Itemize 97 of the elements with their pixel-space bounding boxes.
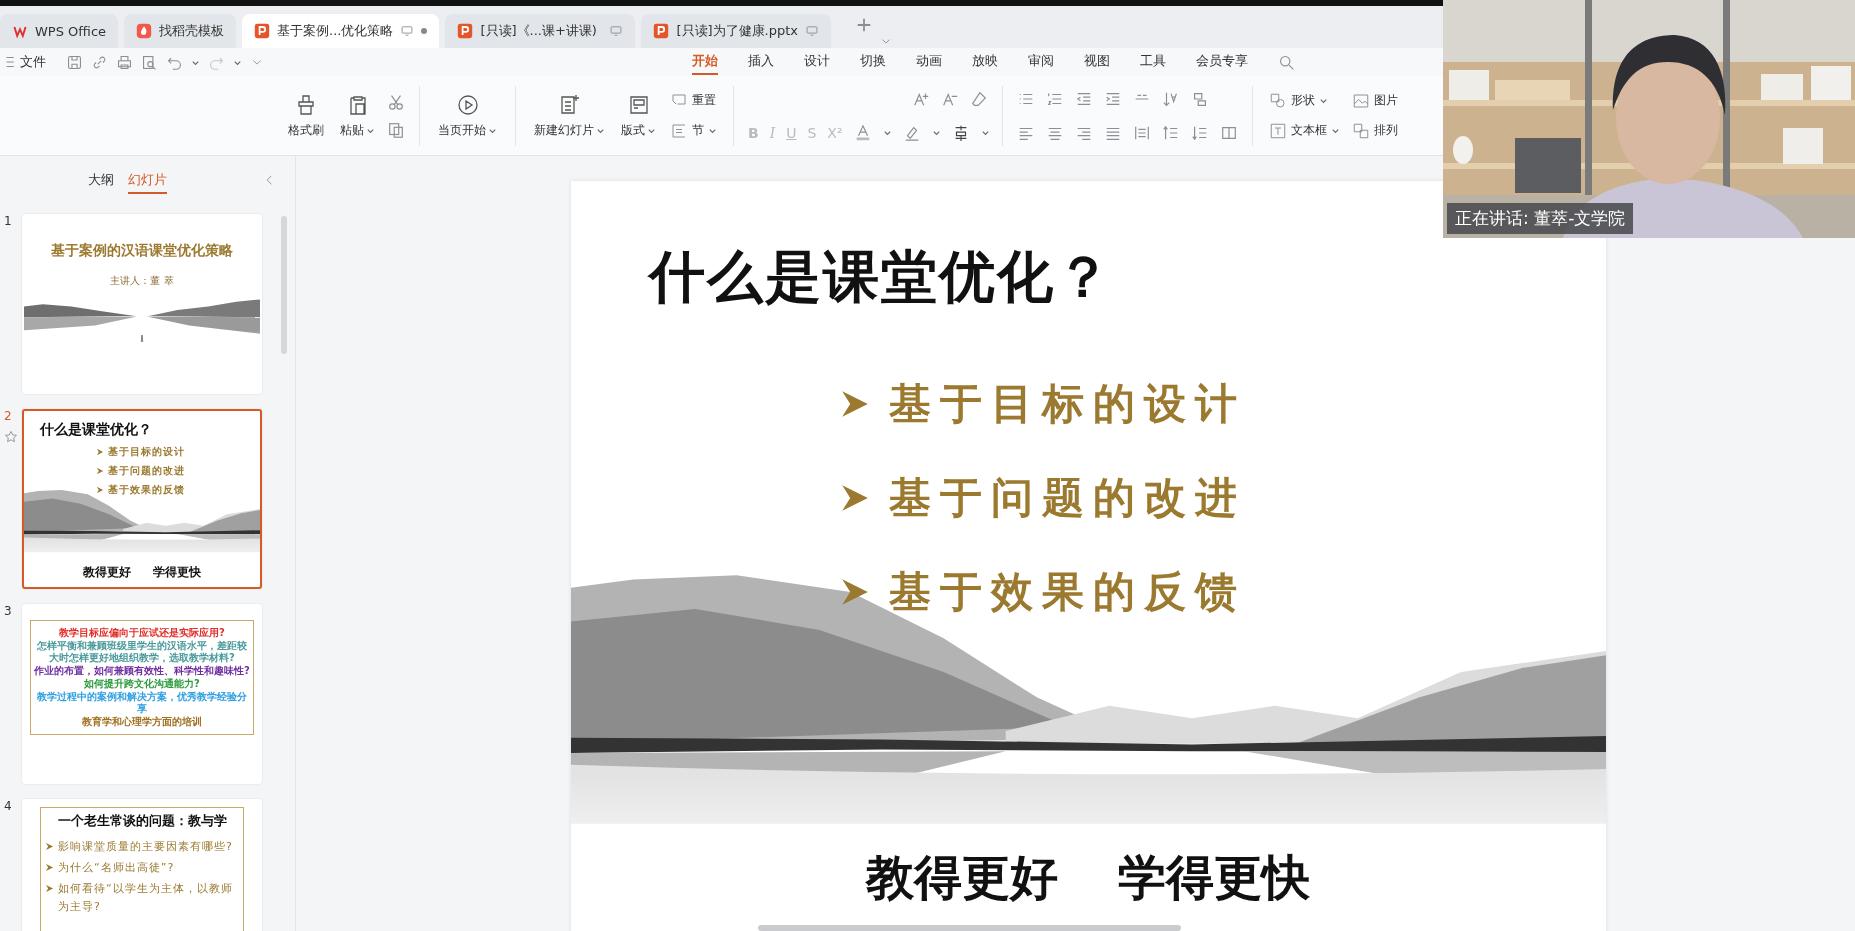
slide-footer-text: 学得更快 (153, 564, 201, 581)
question-text: 怎样平衡和兼顾班级里学生的汉语水平，差距较大时怎样更好地组织教学，选取教学材料? (36, 640, 248, 664)
monitor-icon[interactable] (609, 24, 624, 38)
monitor-icon[interactable] (805, 24, 820, 38)
text-box-button[interactable]: 文本框 (1267, 120, 1342, 141)
scrollbar[interactable] (281, 216, 287, 354)
bullet-text: 基于效果的反馈 (108, 483, 185, 497)
reset-button[interactable]: 重置 (668, 90, 719, 111)
slide-footer-text: 教得更好 (866, 848, 1058, 907)
slide-number: 1 (4, 214, 12, 228)
shape-button[interactable]: 形状 (1267, 90, 1342, 111)
ribbon-tab[interactable]: 插入 (748, 49, 774, 75)
document-tab[interactable]: WPS Office (0, 14, 119, 48)
bullet-text: 基于效果的反馈 (889, 566, 1246, 618)
print-preview-icon[interactable] (141, 53, 158, 71)
ribbon-tab[interactable]: 工具 (1140, 49, 1166, 75)
caret-icon (882, 128, 892, 137)
question-text: 教育学和心理学方面的培训 (82, 716, 202, 728)
slide-thumbnail[interactable]: 基于案例的汉语课堂优化策略 主讲人：董 萃 (22, 214, 262, 394)
ribbon-tab[interactable]: 动画 (916, 49, 942, 75)
presentation-file-icon (457, 23, 474, 39)
ribbon-tab[interactable]: 视图 (1084, 49, 1110, 75)
bullet-text: 基于目标的设计 (889, 378, 1246, 430)
document-tab[interactable]: 基于案例...优化策略 (242, 14, 440, 48)
slide-number: 3 (4, 604, 12, 618)
section-icon (670, 121, 688, 140)
save-icon[interactable] (66, 53, 83, 71)
slide-number: 4 (4, 799, 12, 813)
play-icon (455, 92, 480, 117)
presentation-file-icon (653, 23, 670, 39)
layout-button[interactable]: 版式 (617, 90, 660, 141)
ribbon-tab[interactable]: 放映 (972, 49, 998, 75)
question-text: 作业的布置，如何兼顾有效性、科学性和趣味性? (34, 665, 250, 677)
slide-footer-text: 教得更好 (83, 564, 131, 581)
ribbon-tab[interactable]: 审阅 (1028, 49, 1054, 75)
ribbon-tab[interactable]: 设计 (804, 49, 830, 75)
ribbon-tab[interactable]: 切换 (860, 49, 886, 75)
bullet-text: 基于问题的改进 (889, 472, 1246, 524)
search-icon[interactable] (1278, 53, 1295, 71)
panel-tab[interactable]: 大纲 (88, 168, 114, 194)
document-tab[interactable]: 找稻壳模板 (124, 14, 237, 48)
star-icon (4, 430, 18, 444)
arrow-bullet-icon (45, 884, 54, 893)
caret-icon (708, 126, 717, 135)
slide-title: 基于案例的汉语课堂优化策略 (50, 241, 234, 260)
slide-title: 什么是课堂优化？ (39, 420, 153, 439)
question-text: 如何提升跨文化沟通能力? (84, 678, 200, 690)
copy-icon[interactable] (387, 120, 405, 139)
eraser-icon[interactable] (970, 89, 988, 108)
arrange-icon (1352, 121, 1370, 140)
slide-footer-text: 学得更快 (1118, 848, 1310, 907)
paste-button[interactable]: 粘贴 (336, 90, 379, 141)
image-icon (1352, 91, 1370, 110)
question-text: 教学过程中的案例和解决方案，优秀教学经验分享 (36, 691, 248, 715)
caret-icon (1331, 126, 1340, 135)
question-text: 教学目标应偏向于应试还是实际应用? (59, 627, 225, 639)
bullet-text: 为什么“名师出高徒”? (58, 860, 175, 876)
line-spacing-icon[interactable] (1162, 123, 1180, 142)
slide-title: 一个老生常谈的问题：教与学 (56, 812, 228, 830)
bullet-text: 基于问题的改进 (108, 464, 185, 478)
new-slide-button[interactable]: 新建幻灯片 (530, 90, 609, 141)
slide-thumbnail[interactable]: 一个老生常谈的问题：教与学 影响课堂质量的主要因素有哪些? 为什么“名师出高徒”? 如何看待“以学生为主体，以教师为主导? (22, 799, 262, 931)
ribbon-tab[interactable]: 会员专享 (1196, 49, 1248, 75)
arrow-bullet-icon (45, 842, 54, 851)
bullet-text: 基于目标的设计 (108, 445, 185, 459)
picture-button[interactable]: 图片 (1350, 90, 1400, 111)
section-button[interactable]: 节 (668, 120, 719, 141)
caret-icon (931, 128, 941, 137)
shape-icon (1269, 91, 1287, 110)
slide-subtitle: 主讲人：董 萃 (109, 274, 175, 288)
document-tab[interactable]: [只读]为了健康.pptx (641, 14, 832, 48)
slide-number: 2 (4, 409, 12, 423)
panel-tab[interactable]: 幻灯片 (128, 168, 167, 194)
monitor-icon[interactable] (400, 24, 415, 38)
format-painter-button[interactable]: 格式刷 (284, 90, 328, 141)
link-icon[interactable] (91, 53, 108, 71)
arrow-bullet-icon (96, 448, 104, 456)
slide-thumbnail[interactable]: 什么是课堂优化？ 基于目标的设计 基于问题的改进 基于效果的反馈 教得更好 学得更快 (22, 409, 262, 589)
bullet-text: 如何看待“以学生为主体，以教师为主导? (58, 881, 234, 915)
slide-title: 什么是课堂优化？ (646, 242, 1114, 311)
caret-icon (980, 128, 990, 137)
arrange-button[interactable]: 排列 (1350, 120, 1400, 141)
bullet-text: 影响课堂质量的主要因素有哪些? (58, 839, 233, 855)
print-icon[interactable] (116, 53, 133, 71)
file-menu[interactable]: 文件 (0, 52, 52, 72)
arrow-bullet-icon (45, 863, 54, 872)
speaker-label: 正在讲话: 董萃-文学院 (1447, 203, 1634, 234)
slide-thumbnail[interactable]: 教学目标应偏向于应试还是实际应用? 怎样平衡和兼顾班级里学生的汉语水平，差距较大时怎样更好地组织教学，选取教学材料? 作业的布置，如何兼顾有效性、科学性和趣味性? 如何提升跨文化沟通能力? 教学过程中的案例和解决方案，优秀教学经验分享 教育学和心理学方面的培训 (22, 604, 262, 784)
text-box-icon (1269, 121, 1287, 140)
play-from-current-button[interactable]: 当页开始 (434, 90, 501, 141)
caret-icon (1319, 96, 1328, 105)
arrow-bullet-icon (96, 467, 104, 475)
document-tab[interactable]: [只读]《...课+讲课) (445, 14, 636, 48)
flame-icon (136, 23, 153, 39)
arrow-bullet-icon (96, 486, 104, 494)
scrollbar[interactable] (758, 925, 1181, 931)
presentation-file-icon (254, 23, 271, 39)
